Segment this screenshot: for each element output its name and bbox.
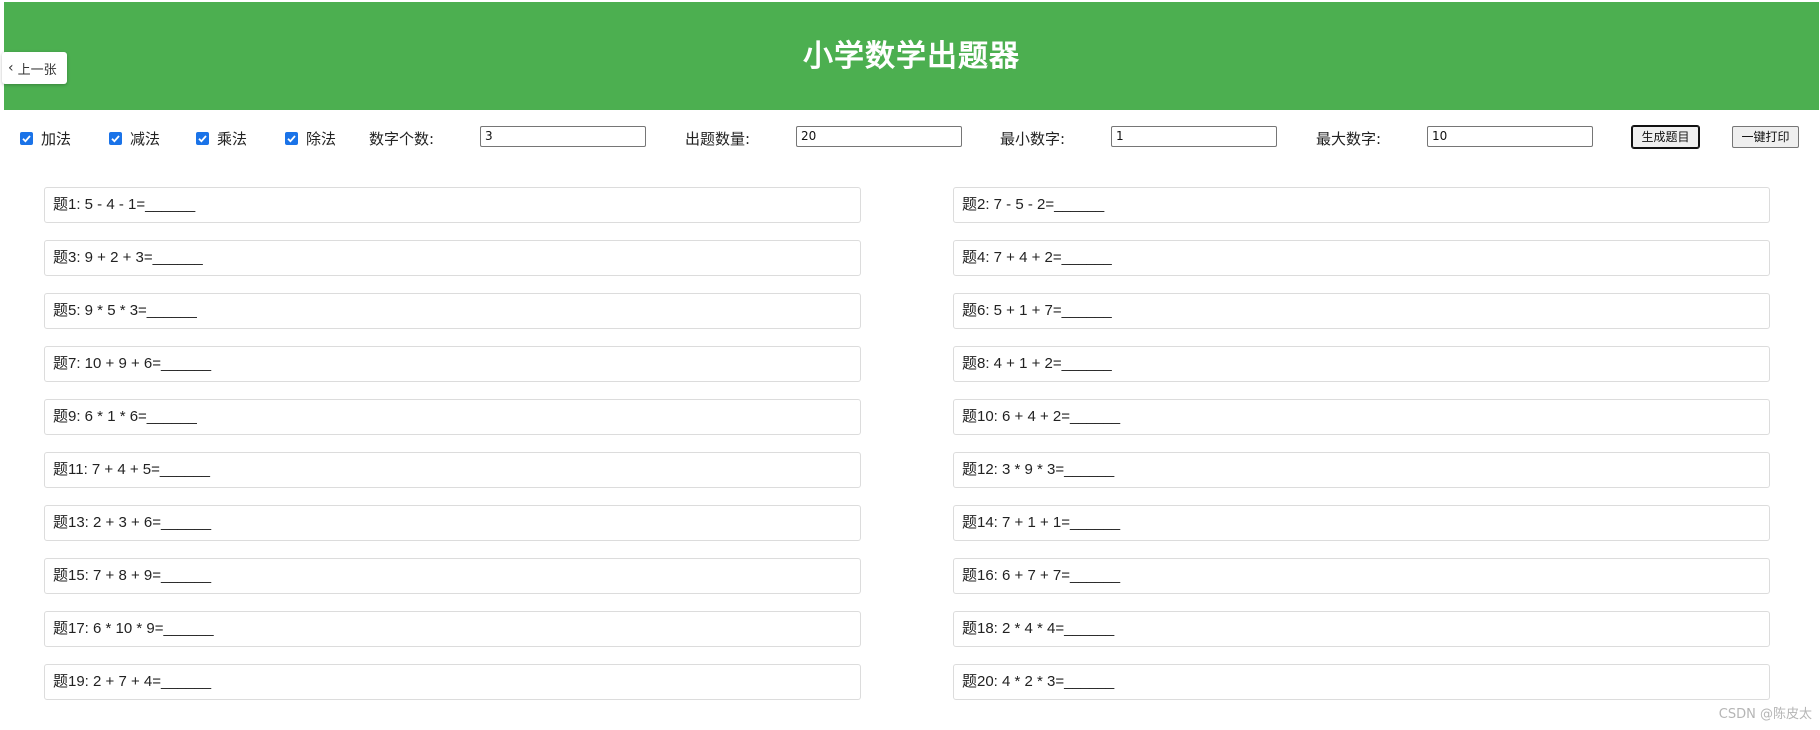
header-banner: 小学数学出题器 xyxy=(4,2,1819,110)
page-title: 小学数学出题器 xyxy=(803,39,1020,74)
checkbox-checked-icon[interactable] xyxy=(109,131,122,145)
min-number-input[interactable]: 1 xyxy=(1111,126,1277,147)
chevron-left-icon: ‹ xyxy=(8,60,14,76)
question-item: 题15: 7 + 8 + 9=______ xyxy=(44,558,861,594)
question-item: 题14: 7 + 1 + 1=______ xyxy=(953,505,1770,541)
question-count-input[interactable]: 20 xyxy=(796,126,962,147)
number-count-input[interactable]: 3 xyxy=(480,126,646,147)
question-count-label: 出题数量: xyxy=(685,129,751,148)
question-item: 题17: 6 * 10 * 9=______ xyxy=(44,611,861,647)
question-item: 题9: 6 * 1 * 6=______ xyxy=(44,399,861,435)
checkbox-subtraction[interactable]: 减法 xyxy=(109,122,160,154)
question-item: 题20: 4 * 2 * 3=______ xyxy=(953,664,1770,700)
question-item: 题18: 2 * 4 * 4=______ xyxy=(953,611,1770,647)
question-item: 题3: 9 + 2 + 3=______ xyxy=(44,240,861,276)
checkbox-checked-icon[interactable] xyxy=(285,131,298,145)
checkbox-subtraction-label: 减法 xyxy=(130,129,161,148)
checkbox-division[interactable]: 除法 xyxy=(285,122,336,154)
question-item: 题2: 7 - 5 - 2=______ xyxy=(953,187,1770,223)
max-number-label: 最大数字: xyxy=(1316,129,1382,148)
checkbox-addition[interactable]: 加法 xyxy=(20,122,71,154)
number-count-label: 数字个数: xyxy=(369,129,435,148)
max-number-input[interactable]: 10 xyxy=(1427,126,1593,147)
watermark: CSDN @陈皮太 xyxy=(1718,707,1812,722)
question-item: 题11: 7 + 4 + 5=______ xyxy=(44,452,861,488)
question-item: 题8: 4 + 1 + 2=______ xyxy=(953,346,1770,382)
question-item: 题19: 2 + 7 + 4=______ xyxy=(44,664,861,700)
checkbox-checked-icon[interactable] xyxy=(20,131,33,145)
print-button[interactable]: 一键打印 xyxy=(1732,126,1799,148)
generate-questions-button[interactable]: 生成题目 xyxy=(1631,125,1700,149)
question-item: 题7: 10 + 9 + 6=______ xyxy=(44,346,861,382)
question-item: 题5: 9 * 5 * 3=______ xyxy=(44,293,861,329)
previous-button-label: 上一张 xyxy=(17,62,57,78)
question-item: 题6: 5 + 1 + 7=______ xyxy=(953,293,1770,329)
checkbox-division-label: 除法 xyxy=(306,129,337,148)
checkbox-multiplication-label: 乘法 xyxy=(217,129,248,148)
options-toolbar: 加法 减法 乘法 除法 数字个数: 3 出题数量: 20 最小数字: 1 最大数… xyxy=(0,122,1820,154)
question-item: 题1: 5 - 4 - 1=______ xyxy=(44,187,861,223)
question-item: 题4: 7 + 4 + 2=______ xyxy=(953,240,1770,276)
question-item: 题16: 6 + 7 + 7=______ xyxy=(953,558,1770,594)
question-item: 题12: 3 * 9 * 3=______ xyxy=(953,452,1770,488)
question-item: 题13: 2 + 3 + 6=______ xyxy=(44,505,861,541)
previous-button[interactable]: ‹ 上一张 xyxy=(2,52,67,84)
checkbox-checked-icon[interactable] xyxy=(196,131,209,145)
min-number-label: 最小数字: xyxy=(1000,129,1066,148)
checkbox-multiplication[interactable]: 乘法 xyxy=(196,122,247,154)
question-item: 题10: 6 + 4 + 2=______ xyxy=(953,399,1770,435)
checkbox-addition-label: 加法 xyxy=(41,129,72,148)
